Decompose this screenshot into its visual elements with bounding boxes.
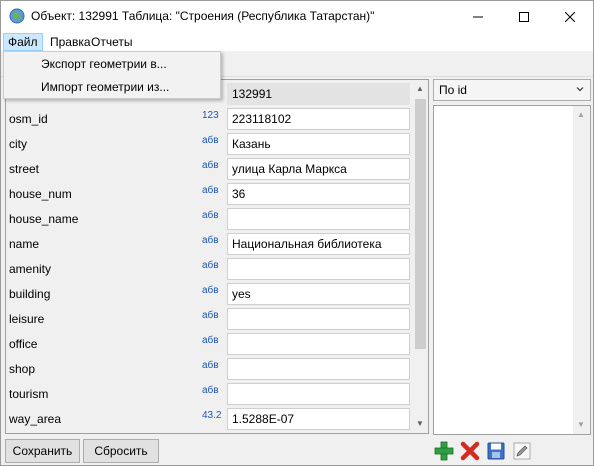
attribute-name: shop bbox=[9, 362, 36, 376]
attribute-name: street bbox=[9, 162, 40, 176]
attribute-type-label: абв bbox=[202, 135, 219, 146]
attribute-type-label: абв bbox=[202, 285, 219, 296]
menu-item-import-geometry[interactable]: Импорт геометрии из... bbox=[5, 76, 219, 98]
attribute-value-field[interactable] bbox=[227, 208, 410, 230]
delete-icon bbox=[460, 441, 480, 461]
minimize-icon bbox=[473, 16, 483, 17]
reset-button[interactable]: Сбросить bbox=[83, 439, 159, 463]
attribute-name: amenity bbox=[9, 262, 52, 276]
attribute-name: osm_id bbox=[9, 112, 48, 126]
attribute-type-label: абв bbox=[202, 360, 219, 371]
attribute-value-field[interactable] bbox=[227, 383, 410, 405]
attribute-name: way_area bbox=[9, 412, 62, 426]
scrollbar-thumb[interactable] bbox=[415, 99, 426, 349]
attribute-row: city абв Казань bbox=[6, 132, 411, 157]
add-icon bbox=[434, 441, 454, 461]
attribute-row: amenity абв bbox=[6, 257, 411, 282]
attribute-row: office абв bbox=[6, 332, 411, 357]
attribute-row: way_area 43.2 1.5288E-07 bbox=[6, 407, 411, 432]
attribute-value-field[interactable]: Казань bbox=[227, 133, 410, 155]
attribute-name: office bbox=[9, 337, 38, 351]
attribute-value-field[interactable] bbox=[227, 333, 410, 355]
attribute-value-field[interactable] bbox=[227, 258, 410, 280]
attribute-value-field[interactable] bbox=[227, 308, 410, 330]
attribute-value-field[interactable]: 36 bbox=[227, 183, 410, 205]
attribute-row: shop абв bbox=[6, 357, 411, 382]
attribute-row: osm_id 123 223118102 bbox=[6, 107, 411, 132]
maximize-button[interactable] bbox=[501, 1, 547, 32]
object-list[interactable]: ▲ ▼ bbox=[433, 105, 591, 435]
attribute-type-label: абв bbox=[202, 210, 219, 221]
save-disk-icon bbox=[487, 442, 505, 460]
object-id-field: 132991 bbox=[227, 83, 410, 105]
attribute-type-label: абв bbox=[202, 335, 219, 346]
attribute-editor-window: Объект: 132991 Таблица: "Строения (Респу… bbox=[0, 0, 594, 466]
attribute-type-label: 123 bbox=[202, 110, 219, 121]
attribute-type-label: абв bbox=[202, 310, 219, 321]
attribute-type-label: абв bbox=[202, 160, 219, 171]
attribute-scrollbar[interactable]: ▲ ▼ bbox=[412, 80, 428, 433]
attribute-name: house_num bbox=[9, 187, 72, 201]
object-list-scrollbar[interactable]: ▲ ▼ bbox=[573, 106, 590, 434]
attribute-value-field[interactable]: улица Карла Маркса bbox=[227, 158, 410, 180]
scroll-up-arrow-icon[interactable]: ▲ bbox=[577, 110, 585, 119]
scroll-up-arrow-icon[interactable]: ▲ bbox=[416, 84, 424, 93]
delete-object-button[interactable] bbox=[459, 440, 481, 462]
window-title: Объект: 132991 Таблица: "Строения (Респу… bbox=[31, 9, 375, 23]
minimize-button[interactable] bbox=[455, 1, 501, 32]
save-button[interactable]: Сохранить bbox=[5, 439, 80, 463]
attribute-name: house_name bbox=[9, 212, 79, 226]
maximize-icon bbox=[519, 11, 529, 22]
menu-file[interactable]: Файл bbox=[3, 33, 43, 51]
scroll-down-arrow-icon[interactable]: ▼ bbox=[577, 420, 585, 429]
chevron-down-icon bbox=[576, 87, 584, 92]
attribute-name: building bbox=[9, 287, 51, 301]
attribute-name: leisure bbox=[9, 312, 45, 326]
sort-order-select[interactable]: По id bbox=[433, 79, 591, 101]
save-object-button[interactable] bbox=[485, 440, 507, 462]
attribute-row: leisure абв bbox=[6, 307, 411, 332]
attribute-type-label: 43.2 bbox=[202, 410, 222, 421]
sort-order-value: По id bbox=[439, 83, 467, 97]
attribute-value-field[interactable]: yes bbox=[227, 283, 410, 305]
edit-pencil-icon bbox=[513, 442, 531, 460]
file-menu-dropdown: Экспорт геометрии в... Импорт геометрии … bbox=[3, 51, 221, 99]
attribute-name: tourism bbox=[9, 387, 49, 401]
globe-app-icon bbox=[9, 8, 25, 24]
attribute-row: tourism абв bbox=[6, 382, 411, 407]
menu-item-export-geometry[interactable]: Экспорт геометрии в... bbox=[5, 53, 219, 75]
attribute-name: city bbox=[9, 137, 27, 151]
attribute-value-field[interactable]: 1.5288E-07 bbox=[227, 408, 410, 430]
attribute-type-label: абв bbox=[202, 185, 219, 196]
attribute-type-label: абв bbox=[202, 385, 219, 396]
attribute-value-field[interactable]: Национальная библиотека bbox=[227, 233, 410, 255]
edit-object-button[interactable] bbox=[511, 440, 533, 462]
close-button[interactable] bbox=[547, 1, 593, 32]
attribute-name: name bbox=[9, 237, 40, 251]
attribute-row: building абв yes bbox=[6, 282, 411, 307]
attribute-type-label: абв bbox=[202, 260, 219, 271]
attribute-value-field[interactable]: 223118102 bbox=[227, 108, 410, 130]
attribute-row: street абв улица Карла Маркса bbox=[6, 157, 411, 182]
attribute-grid: ▲ ▼ 132991 osm_id 123 223118102 city абв Казан… bbox=[5, 79, 429, 434]
attribute-value-field[interactable] bbox=[227, 358, 410, 380]
attribute-row: name абв Национальная библиотека bbox=[6, 232, 411, 257]
menu-reports[interactable]: Отчеты bbox=[87, 33, 136, 51]
close-icon bbox=[565, 11, 575, 22]
title-bar: Объект: 132991 Таблица: "Строения (Респу… bbox=[1, 1, 593, 32]
attribute-row: house_num абв 36 bbox=[6, 182, 411, 207]
attribute-type-label: абв bbox=[202, 235, 219, 246]
scroll-down-arrow-icon[interactable]: ▼ bbox=[416, 419, 424, 428]
menu-bar: Файл Правка Отчеты bbox=[1, 32, 593, 51]
attribute-row: house_name абв bbox=[6, 207, 411, 232]
add-object-button[interactable] bbox=[433, 440, 455, 462]
